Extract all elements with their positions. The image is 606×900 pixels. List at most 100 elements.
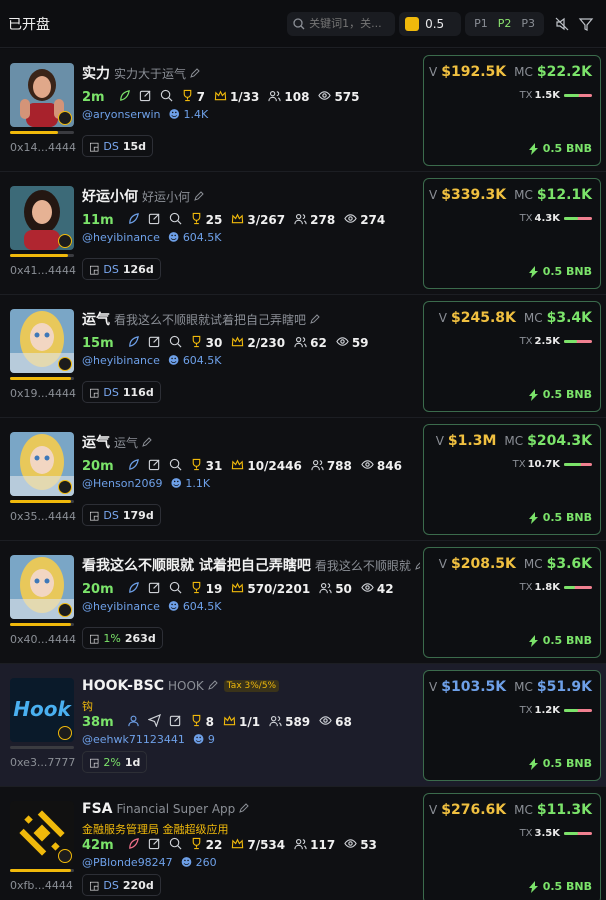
social-icon[interactable] [122,212,143,228]
creator-followers: 260 [195,856,217,869]
buy-amount-input[interactable]: 0.5 [399,11,462,36]
mcap-value: $204.3K [527,433,592,449]
dev-stat-pill[interactable]: ◲ 1% 263d [82,627,163,649]
edit-icon[interactable] [208,680,218,690]
creator-handle[interactable]: @PBlonde98247 [82,856,173,869]
post-icon[interactable] [143,335,164,351]
shield-icon: ◲ [89,631,100,645]
creator-handle[interactable]: @heyibinance [82,231,160,244]
mute-icon[interactable] [554,16,570,32]
trade-panel[interactable]: V $103.5K MC $51.9K TX 1.2K 0.5 BNB [423,670,601,781]
contract-address[interactable]: 0xfb...4444 [10,879,73,892]
token-row[interactable]: 0x35...4444 运气 运气 20m 31 10/2446 788 846 … [0,418,606,541]
dev-stat-pill[interactable]: ◲ DS 179d [82,504,161,526]
token-row[interactable]: Hook 0xe3...7777 HOOK-BSC HOOK Tax 3%/5% 钩… [0,664,606,787]
quick-buy-button[interactable]: 0.5 BNB [528,142,592,155]
social-icon[interactable] [122,837,143,853]
contract-address[interactable]: 0x14...4444 [10,141,76,154]
creator-handle[interactable]: @aryonserwin [82,108,161,121]
dev-stat-pill[interactable]: ◲ DS 220d [82,874,161,896]
tx-line: TX 2.5K [520,336,592,347]
social-icon[interactable] [122,714,143,730]
crown-ratio: 10/2446 [247,459,302,473]
filter-icon[interactable] [578,16,594,32]
lightning-icon [528,880,538,893]
post-icon[interactable] [134,89,155,105]
search-icon[interactable] [164,212,185,228]
post-icon[interactable] [143,212,164,228]
tx-count: 2.5K [534,336,560,347]
contract-address[interactable]: 0xe3...7777 [10,756,75,769]
trade-panel[interactable]: V $276.6K MC $11.3K TX 3.5K 0.5 BNB [423,793,601,900]
contract-address[interactable]: 0x19...4444 [10,387,76,400]
tx-line: TX 1.8K [520,582,592,593]
post-icon[interactable] [143,714,164,730]
post-icon[interactable] [143,837,164,853]
search-icon[interactable] [164,458,185,474]
edit-icon[interactable] [194,191,204,201]
creator-handle[interactable]: @heyibinance [82,600,160,613]
creator-handle[interactable]: @Henson2069 [82,477,162,490]
token-avatar[interactable] [10,63,74,127]
preset-p3[interactable]: P3 [516,17,540,30]
quick-buy-button[interactable]: 0.5 BNB [528,880,592,893]
tx-count: 1.5K [534,90,560,101]
pill-label: 1% [103,631,121,645]
edit-icon[interactable] [190,68,200,78]
trade-panel[interactable]: V $339.3K MC $12.1K TX 4.3K 0.5 BNB [423,178,601,289]
contract-address[interactable]: 0x40...4444 [10,633,76,646]
post-icon[interactable] [143,458,164,474]
social-icon[interactable] [122,458,143,474]
contract-address[interactable]: 0x35...4444 [10,510,76,523]
holders-count: 278 [310,213,336,227]
token-avatar[interactable] [10,309,74,373]
dev-stat-pill[interactable]: ◲ DS 126d [82,258,161,280]
token-row[interactable]: 0xfb...4444 FSA Financial Super App 金融服务管… [0,787,606,900]
quick-buy-button[interactable]: 0.5 BNB [528,757,592,770]
trade-panel[interactable]: V $245.8K MC $3.4K TX 2.5K 0.5 BNB [423,301,601,412]
preset-p2[interactable]: P2 [493,17,517,30]
token-row[interactable]: 0x14...4444 实力 实力大于运气 2m 7 1/33 108 575 @… [0,49,606,172]
search-icon[interactable] [164,581,185,597]
search-icon[interactable] [155,89,176,105]
token-avatar[interactable] [10,801,74,865]
edit-icon[interactable] [415,560,420,570]
token-age: 20m [82,581,114,597]
token-avatar[interactable] [10,432,74,496]
contract-address[interactable]: 0x41...4444 [10,264,76,277]
quick-buy-button[interactable]: 0.5 BNB [528,388,592,401]
quick-buy-button[interactable]: 0.5 BNB [528,265,592,278]
search-icon[interactable] [164,837,185,853]
preset-p1[interactable]: P1 [469,17,493,30]
token-avatar[interactable]: Hook [10,678,74,742]
edit-icon[interactable] [239,803,249,813]
dev-stat-pill[interactable]: ◲ DS 116d [82,381,161,403]
edit-icon[interactable] [310,314,320,324]
trade-panel[interactable]: V $192.5K MC $22.2K TX 1.5K 0.5 BNB [423,55,601,166]
trade-panel[interactable]: V $1.3M MC $204.3K TX 10.7K 0.5 BNB [423,424,601,535]
trade-panel[interactable]: V $208.5K MC $3.6K TX 1.8K 0.5 BNB [423,547,601,658]
dev-stat-pill[interactable]: ◲ 2% 1d [82,751,148,773]
creator-followers: 9 [207,733,215,746]
social-icon[interactable] [122,335,143,351]
follower-icon: ☻ [167,354,180,367]
edit-icon[interactable] [142,437,152,447]
token-row[interactable]: 0x40...4444 看我这么不顺眼就 试着把自己弄瞎吧 看我这么不顺眼就 20… [0,541,606,664]
creator-handle[interactable]: @heyibinance [82,354,160,367]
dev-stat-pill[interactable]: ◲ DS 15d [82,135,154,157]
search-input[interactable] [309,17,388,30]
search-icon[interactable] [164,335,185,351]
token-row[interactable]: 0x41...4444 好运小何 好运小何 11m 25 3/267 278 27… [0,172,606,295]
token-name: 运气 [82,435,110,451]
social-icon[interactable] [113,89,134,105]
search-icon[interactable] [164,714,185,730]
quick-buy-button[interactable]: 0.5 BNB [528,511,592,524]
token-avatar[interactable] [10,555,74,619]
creator-handle[interactable]: @eehwk71123441 [82,733,185,746]
social-icon[interactable] [122,581,143,597]
token-avatar[interactable] [10,186,74,250]
post-icon[interactable] [143,581,164,597]
quick-buy-button[interactable]: 0.5 BNB [528,634,592,647]
token-row[interactable]: 0x19...4444 运气 看我这么不顺眼就试着把自己弄瞎吧 15m 30 2/… [0,295,606,418]
search-box[interactable] [287,11,396,36]
